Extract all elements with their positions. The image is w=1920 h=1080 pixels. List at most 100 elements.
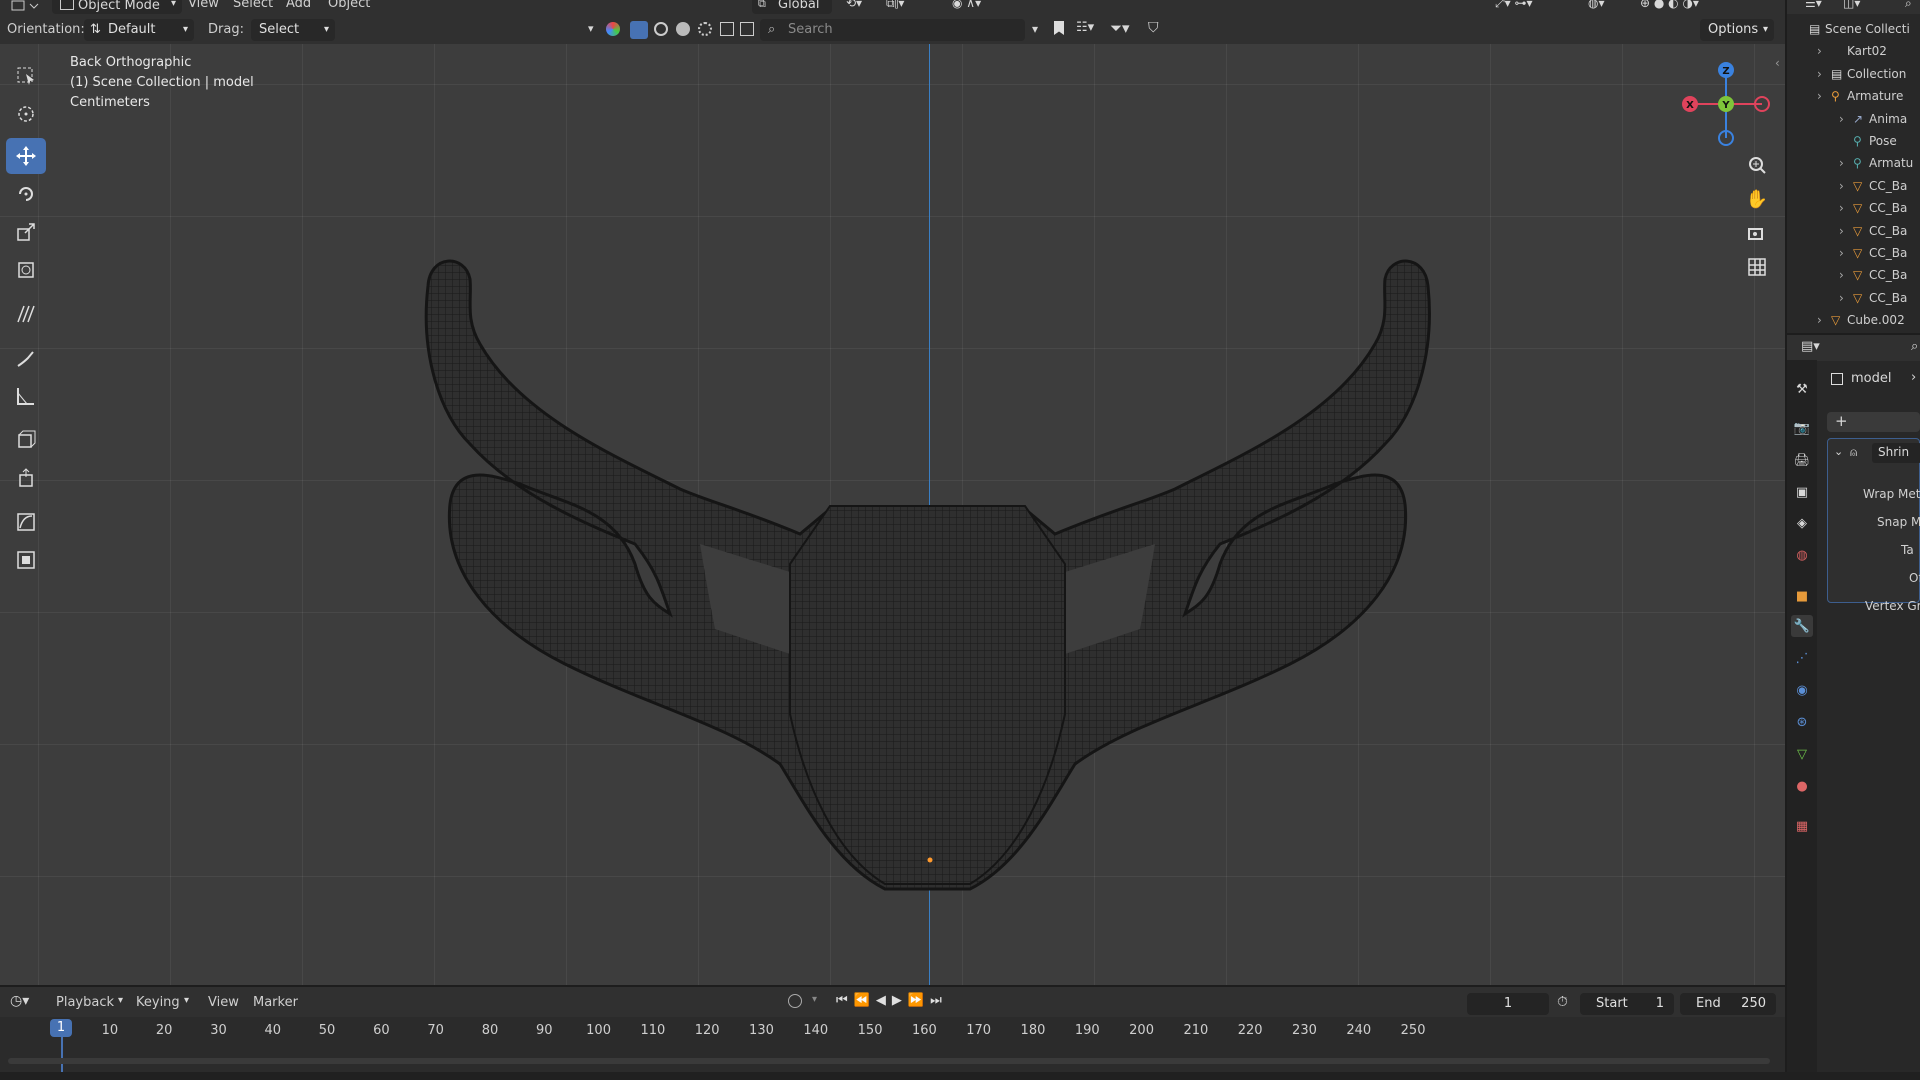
camera-icon[interactable]	[1743, 219, 1771, 247]
toggle-xray-icon[interactable]	[720, 22, 734, 36]
chevron-down-icon[interactable]: ▾	[812, 994, 817, 1005]
shading-modes-icon[interactable]: ⊕ ● ◐ ◑▾	[1640, 0, 1699, 10]
outliner-editor-icon[interactable]: ☰▾	[1805, 0, 1822, 10]
scale-tool-icon[interactable]	[6, 214, 46, 250]
transform-space-dropdown[interactable]: ⧉ Global	[752, 0, 832, 14]
scene-tab-icon[interactable]: ◈	[1791, 512, 1813, 534]
constraints-tab-icon[interactable]: ⊛	[1791, 711, 1813, 733]
render-tab-icon[interactable]: 📷	[1791, 417, 1813, 439]
outliner-item[interactable]: ▤ Scene Collecti	[1787, 18, 1920, 40]
outliner-item[interactable]: › ▽ CC_Ba	[1787, 175, 1920, 197]
outliner-item[interactable]: › ▽ Cube.002	[1787, 309, 1920, 331]
orientation-dropdown[interactable]: ⇅ Default ▾	[84, 19, 194, 41]
outliner-item[interactable]: ⚲ Pose	[1787, 130, 1920, 152]
mesh-model[interactable]	[410, 244, 1450, 904]
playhead-frame-marker[interactable]: 1	[50, 1019, 72, 1037]
drag-dropdown[interactable]: Select Box ▾	[251, 19, 335, 59]
overlay-icon[interactable]	[740, 22, 754, 36]
filter-icon[interactable]: ⏷▾	[1110, 19, 1130, 37]
menu-view[interactable]: View	[208, 995, 239, 1010]
modifier-name-input[interactable]: Shrin	[1872, 443, 1920, 463]
gizmo-toggle-icon[interactable]: ⤢▾ ⊶▾	[1495, 0, 1532, 11]
world-tab-icon[interactable]: ◍	[1791, 544, 1813, 566]
material-icon[interactable]	[676, 22, 690, 36]
select-mode-icon[interactable]	[630, 21, 648, 39]
search-icon[interactable]: ⌕	[1905, 0, 1912, 11]
edge-slide-tool-icon[interactable]	[6, 542, 46, 578]
expand-chevron-icon[interactable]: ›	[1839, 175, 1844, 197]
grease-pencil-tool-icon[interactable]	[6, 296, 46, 332]
3d-viewport[interactable]: Back Orthographic (1) Scene Collection |…	[0, 44, 1785, 985]
mode-dropdown[interactable]: Object Mode ▾	[52, 0, 182, 14]
expand-chevron-icon[interactable]: ›	[1839, 108, 1844, 130]
menu-select[interactable]: Select	[233, 0, 273, 11]
menu-keying[interactable]: Keying	[136, 995, 180, 1010]
display-mode-icon[interactable]: ☷▾	[1076, 20, 1094, 35]
texture-tab-icon[interactable]: ▦	[1791, 815, 1813, 837]
clock-editor-icon[interactable]: ◷▾	[10, 993, 29, 1009]
measure-tool-icon[interactable]	[6, 378, 46, 414]
expand-chevron-icon[interactable]: ›	[1839, 264, 1844, 286]
navigation-gizmo[interactable]: Z X Y	[1676, 54, 1776, 154]
expand-chevron-icon[interactable]: ›	[1817, 63, 1822, 85]
menu-view[interactable]: View	[188, 0, 219, 11]
bookmark-icon[interactable]	[1054, 21, 1064, 35]
outliner-item[interactable]: › ▽ CC_Ba	[1787, 197, 1920, 219]
expand-chevron-icon[interactable]: ›	[1817, 309, 1822, 331]
output-tab-icon[interactable]: 🖨	[1791, 449, 1813, 471]
annotate-tool-icon[interactable]	[6, 340, 46, 376]
menu-marker[interactable]: Marker	[253, 995, 298, 1010]
menu-playback[interactable]: Playback	[56, 995, 114, 1010]
shrink-fatten-tool-icon[interactable]	[6, 504, 46, 540]
object-tab-icon[interactable]: ■	[1791, 585, 1813, 607]
playback-controls-icon[interactable]: ⏮⏪◀▶⏩⏭	[836, 993, 948, 1008]
expand-chevron-icon[interactable]: ›	[1817, 85, 1822, 107]
stopwatch-icon[interactable]: ⏱	[1557, 994, 1568, 1010]
rotate-tool-icon[interactable]	[6, 176, 46, 212]
search-input[interactable]: ⌕ Search	[760, 19, 1025, 41]
outliner-item[interactable]: › ▽ CC_Ba	[1787, 264, 1920, 286]
outliner-item[interactable]: › ⚲ Armature	[1787, 85, 1920, 107]
record-icon[interactable]	[788, 994, 802, 1008]
grid-view-icon[interactable]	[1743, 253, 1771, 281]
expand-chevron-icon[interactable]: ›	[1839, 197, 1844, 219]
expand-chevron-icon[interactable]: ›	[1839, 242, 1844, 264]
outliner-item[interactable]: › ⚲ Armatu	[1787, 152, 1920, 174]
shield-icon[interactable]: ⛉	[1148, 20, 1159, 36]
pan-hand-icon[interactable]: ✋	[1743, 185, 1771, 213]
zoom-icon[interactable]	[1743, 151, 1771, 179]
outliner-item[interactable]: › ▽ CC_Ba	[1787, 287, 1920, 309]
collapse-chevron-icon[interactable]: ⌄	[1834, 445, 1843, 458]
visibility-icon[interactable]	[606, 22, 620, 36]
outliner-item[interactable]: › ↗ Anima	[1787, 108, 1920, 130]
expand-chevron-icon[interactable]: ›	[1839, 287, 1844, 309]
modifier-tab-icon[interactable]: 🔧	[1791, 615, 1813, 637]
chevron-down-icon[interactable]: ▾	[588, 22, 594, 35]
physics-tab-icon[interactable]: ◉	[1791, 679, 1813, 701]
timeline-scrollbar[interactable]	[8, 1058, 1770, 1064]
outliner-item[interactable]: › ▽ CC_Ba	[1787, 220, 1920, 242]
expand-chevron-icon[interactable]: ›	[1839, 220, 1844, 242]
options-dropdown[interactable]: Options ▾	[1700, 19, 1774, 41]
expand-chevron-icon[interactable]: ›	[1817, 40, 1822, 62]
end-frame-field[interactable]: End 250	[1680, 993, 1776, 1015]
render-icon[interactable]	[698, 22, 712, 36]
display-filter-icon[interactable]: ◫▾	[1843, 0, 1860, 10]
data-tab-icon[interactable]: ▽	[1791, 743, 1813, 765]
menu-object[interactable]: Object	[328, 0, 370, 11]
menu-add[interactable]: Add	[286, 0, 311, 11]
overlays-toggle-icon[interactable]: ◍▾	[1588, 0, 1605, 10]
transform-tool-icon[interactable]	[6, 252, 46, 288]
move-tool-icon[interactable]	[6, 138, 46, 174]
material-tab-icon[interactable]: ●	[1791, 775, 1813, 797]
snap-icon[interactable]: ⧉⫿▾	[886, 0, 904, 11]
chevron-right-icon[interactable]: ›	[1911, 370, 1916, 385]
properties-editor-icon[interactable]: ▤▾	[1801, 339, 1820, 354]
editor-type-button[interactable]	[10, 0, 40, 14]
add-cube-tool-icon[interactable]	[6, 422, 46, 458]
outliner-item[interactable]: › ▽ CC_Ba	[1787, 242, 1920, 264]
cursor-tool-icon[interactable]	[6, 96, 46, 132]
view-layer-tab-icon[interactable]: ▣	[1791, 481, 1813, 503]
outliner-item[interactable]: › Kart02	[1787, 40, 1920, 62]
tool-tab-icon[interactable]: ⚒	[1791, 378, 1813, 400]
